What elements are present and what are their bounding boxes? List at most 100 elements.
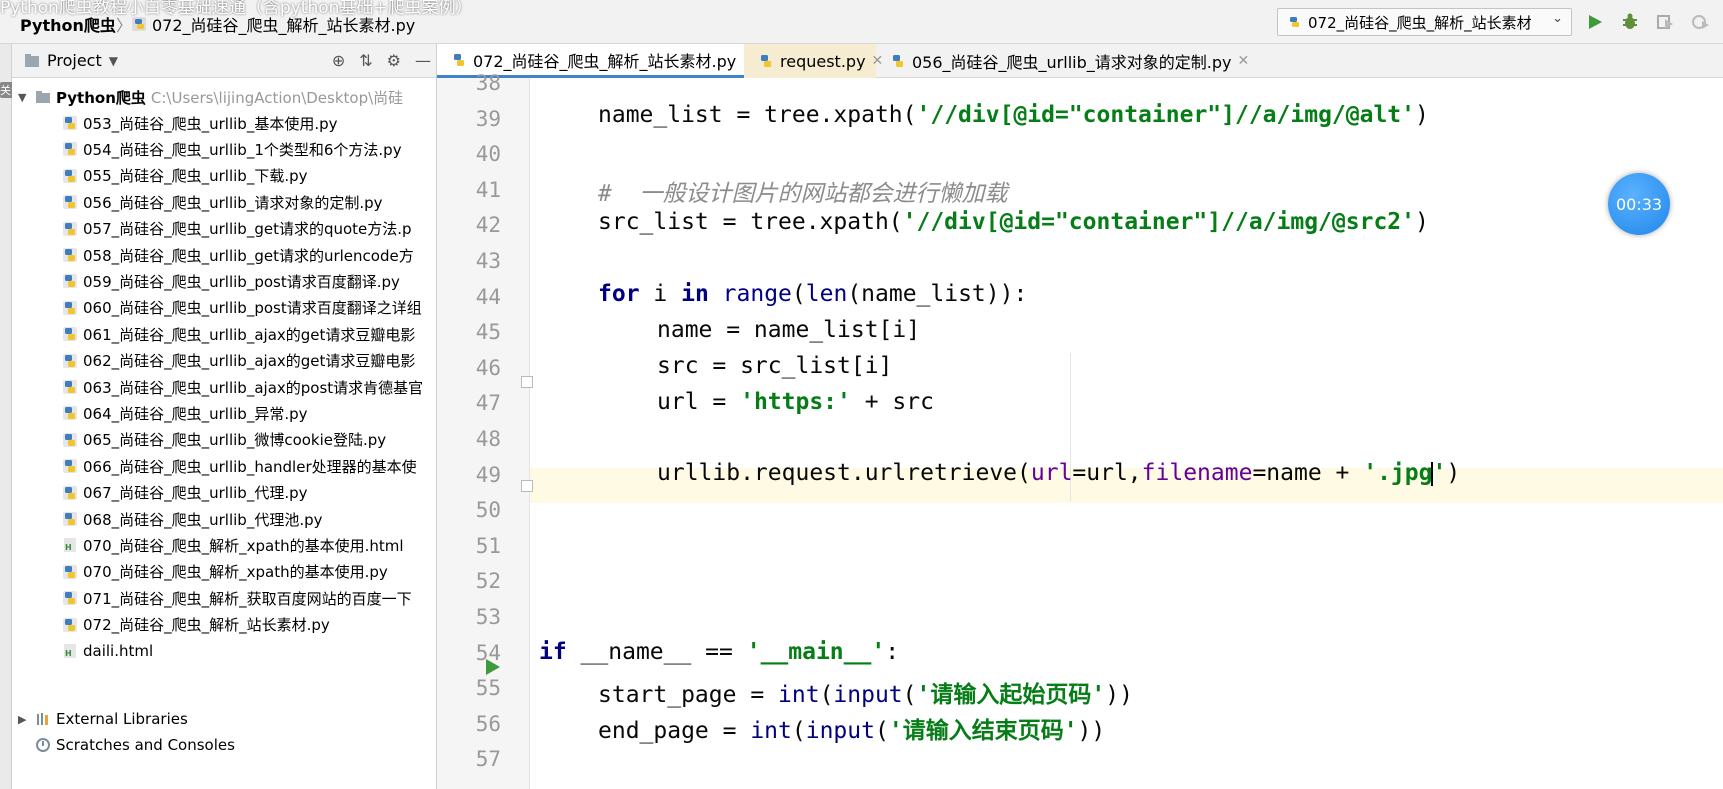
ide-window: Python爬虫教程小白零基础速通（含python基础+爬虫案例） Python… <box>0 0 1723 789</box>
tree-file-item[interactable]: 067_尚硅谷_爬虫_urllib_代理.py <box>62 480 308 506</box>
coverage-icon <box>1657 15 1673 29</box>
debug-button[interactable] <box>1618 10 1642 34</box>
builtin: int <box>750 718 792 744</box>
project-icon <box>25 53 39 67</box>
tree-file-item[interactable]: Hdaili.html <box>62 638 153 664</box>
tree-file-item[interactable]: 063_尚硅谷_爬虫_urllib_ajax的post请求肯德基官 <box>62 374 423 400</box>
settings-icon[interactable]: ⚙ <box>387 51 401 70</box>
tree-root-path: C:\Users\lijingAction\Desktop\尚硅 <box>150 88 404 107</box>
python-file-icon <box>63 353 77 368</box>
line-number: 43 <box>475 249 501 273</box>
code-line-44: for i in range(len(name_list)): <box>598 281 1027 307</box>
tree-file-item[interactable]: 072_尚硅谷_爬虫_解析_站长素材.py <box>62 612 330 638</box>
tree-file-label: 070_尚硅谷_爬虫_解析_xpath的基本使用.html <box>83 536 404 555</box>
folder-icon <box>36 91 50 103</box>
tree-file-item[interactable]: 068_尚硅谷_爬虫_urllib_代理池.py <box>62 506 323 532</box>
python-file-icon <box>63 459 77 474</box>
fold-icon[interactable] <box>521 480 533 492</box>
tree-file-label: 070_尚硅谷_爬虫_解析_xpath的基本使用.py <box>83 563 388 582</box>
builtin: len <box>805 281 848 307</box>
tree-file-label: 064_尚硅谷_爬虫_urllib_异常.py <box>83 404 308 423</box>
breadcrumb-root[interactable]: Python爬虫 <box>20 12 116 36</box>
string-literal: ' <box>1432 460 1447 486</box>
collapse-icon[interactable]: ⇅ <box>359 51 372 70</box>
tab-label: request.py <box>780 51 866 71</box>
debug-icon <box>1623 13 1637 29</box>
expand-arrow-icon[interactable]: ▼ <box>18 91 30 104</box>
keyword-argument: filename <box>1141 460 1253 486</box>
python-file-icon <box>63 248 77 262</box>
run-gutter-icon[interactable] <box>486 659 500 675</box>
more-run-actions-button[interactable] <box>1688 10 1712 34</box>
tree-file-item[interactable]: 071_尚硅谷_爬虫_解析_获取百度网站的百度一下 <box>62 585 412 611</box>
tab-056-file[interactable]: 056_尚硅谷_爬虫_urllib_请求对象的定制.py ✕ <box>876 44 1249 78</box>
locate-icon[interactable]: ⊕ <box>332 51 345 70</box>
string-literal: '请输入结束页码' <box>888 718 1078 744</box>
code-token: url = <box>657 389 741 415</box>
code-token: urllib.request.urlretrieve( <box>657 460 1031 486</box>
run-configuration-label: 072_尚硅谷_爬虫_解析_站长素材 <box>1308 13 1532 32</box>
recording-timer[interactable]: 00:33 <box>1608 173 1670 235</box>
tree-scratches[interactable]: Scratches and Consoles <box>18 732 235 758</box>
tree-file-label: 063_尚硅谷_爬虫_urllib_ajax的post请求肯德基官 <box>83 378 424 397</box>
code-token: ) <box>1446 460 1461 486</box>
tree-file-item[interactable]: 060_尚硅谷_爬虫_urllib_post请求百度翻译之详组 <box>62 295 422 321</box>
svg-text:H: H <box>65 649 72 658</box>
tree-file-label: 055_尚硅谷_爬虫_urllib_下载.py <box>83 167 308 186</box>
tree-external-libraries[interactable]: ▶ External Libraries <box>18 706 188 732</box>
code-token: =url, <box>1072 460 1142 486</box>
string-literal: 'https:' <box>740 389 851 415</box>
tree-file-item[interactable]: 062_尚硅谷_爬虫_urllib_ajax的get请求豆瓣电影 <box>62 348 415 374</box>
tree-root-folder[interactable]: ▼ Python爬虫 C:\Users\lijingAction\Desktop… <box>18 84 403 110</box>
line-number: 49 <box>475 462 501 487</box>
breadcrumb-file-label: 072_尚硅谷_爬虫_解析_站长素材.py <box>152 16 416 35</box>
python-file-icon <box>63 116 77 130</box>
keyword: in <box>681 281 709 307</box>
tree-file-item[interactable]: 054_尚硅谷_爬虫_urllib_1个类型和6个方法.py <box>62 136 402 162</box>
tree-file-item[interactable]: 066_尚硅谷_爬虫_urllib_handler处理器的基本使 <box>62 453 417 479</box>
python-file-icon <box>132 17 146 31</box>
svg-text:H: H <box>65 543 72 552</box>
line-number: 47 <box>475 391 501 416</box>
tree-file-label: 065_尚硅谷_爬虫_urllib_微博cookie登陆.py <box>83 431 387 450</box>
builtin: int <box>778 682 820 708</box>
tab-request-file[interactable]: request.py ✕ <box>744 44 883 78</box>
tree-file-item[interactable]: 056_尚硅谷_爬虫_urllib_请求对象的定制.py <box>62 189 383 215</box>
expand-arrow-icon[interactable]: ▶ <box>18 713 30 726</box>
code-token: start_page = <box>598 682 779 708</box>
tree-file-item[interactable]: 053_尚硅谷_爬虫_urllib_基本使用.py <box>62 110 338 136</box>
html-file-icon: H <box>64 644 76 658</box>
tree-file-item[interactable]: 059_尚硅谷_爬虫_urllib_post请求百度翻译.py <box>62 268 400 294</box>
code-line-56: end_page = int(input('请输入结束页码')) <box>598 711 1105 745</box>
run-with-coverage-button[interactable] <box>1653 10 1677 34</box>
run-button[interactable] <box>1583 10 1607 34</box>
line-number: 42 <box>475 213 501 238</box>
code-token: ( <box>791 281 806 307</box>
tree-file-item[interactable]: H 070_尚硅谷_爬虫_解析_xpath的基本使用.html <box>62 532 404 558</box>
project-panel-title: Project <box>47 51 102 70</box>
tree-file-item[interactable]: 058_尚硅谷_爬虫_urllib_get请求的urlencode方 <box>62 242 414 268</box>
fold-icon[interactable] <box>521 376 533 388</box>
tree-file-item[interactable]: 057_尚硅谷_爬虫_urllib_get请求的quote方法.p <box>62 216 412 242</box>
project-view-select[interactable]: Project ▼ <box>24 51 118 70</box>
tree-file-item[interactable]: 055_尚硅谷_爬虫_urllib_下载.py <box>62 163 308 189</box>
breadcrumb-file[interactable]: 072_尚硅谷_爬虫_解析_站长素材.py <box>131 12 415 36</box>
tree-file-item[interactable]: 061_尚硅谷_爬虫_urllib_ajax的get请求豆瓣电影 <box>62 321 415 347</box>
tree-file-item[interactable]: 065_尚硅谷_爬虫_urllib_微博cookie登陆.py <box>62 427 386 453</box>
python-file-icon <box>1290 17 1299 27</box>
code-token: ) <box>1415 209 1429 235</box>
tree-file-item[interactable]: 070_尚硅谷_爬虫_解析_xpath的基本使用.py <box>62 559 388 585</box>
code-line-54: if __name__ == '__main__': <box>539 639 899 665</box>
code-editor[interactable]: 38 39 40 41 42 43 44 45 46 47 48 49 50 51 52 53 54 55 56 57… <box>437 71 1723 789</box>
python-file-icon <box>63 485 77 500</box>
hide-icon[interactable]: — <box>415 51 431 70</box>
editor-tab-bar: 072_尚硅谷_爬虫_解析_站长素材.py ✕ request.py ✕ 056… <box>437 44 1723 78</box>
line-number: 56 <box>475 711 501 736</box>
python-file-icon <box>893 55 903 67</box>
tree-file-item[interactable]: 064_尚硅谷_爬虫_urllib_异常.py <box>62 400 308 426</box>
run-configuration-select[interactable]: 072_尚硅谷_爬虫_解析_站长素材 ⌄ <box>1277 8 1572 36</box>
close-icon[interactable]: ✕ <box>1237 53 1249 69</box>
code-token: end_page = <box>598 718 751 744</box>
python-file-icon <box>63 327 77 342</box>
tree-file-label: 056_尚硅谷_爬虫_urllib_请求对象的定制.py <box>83 193 383 212</box>
